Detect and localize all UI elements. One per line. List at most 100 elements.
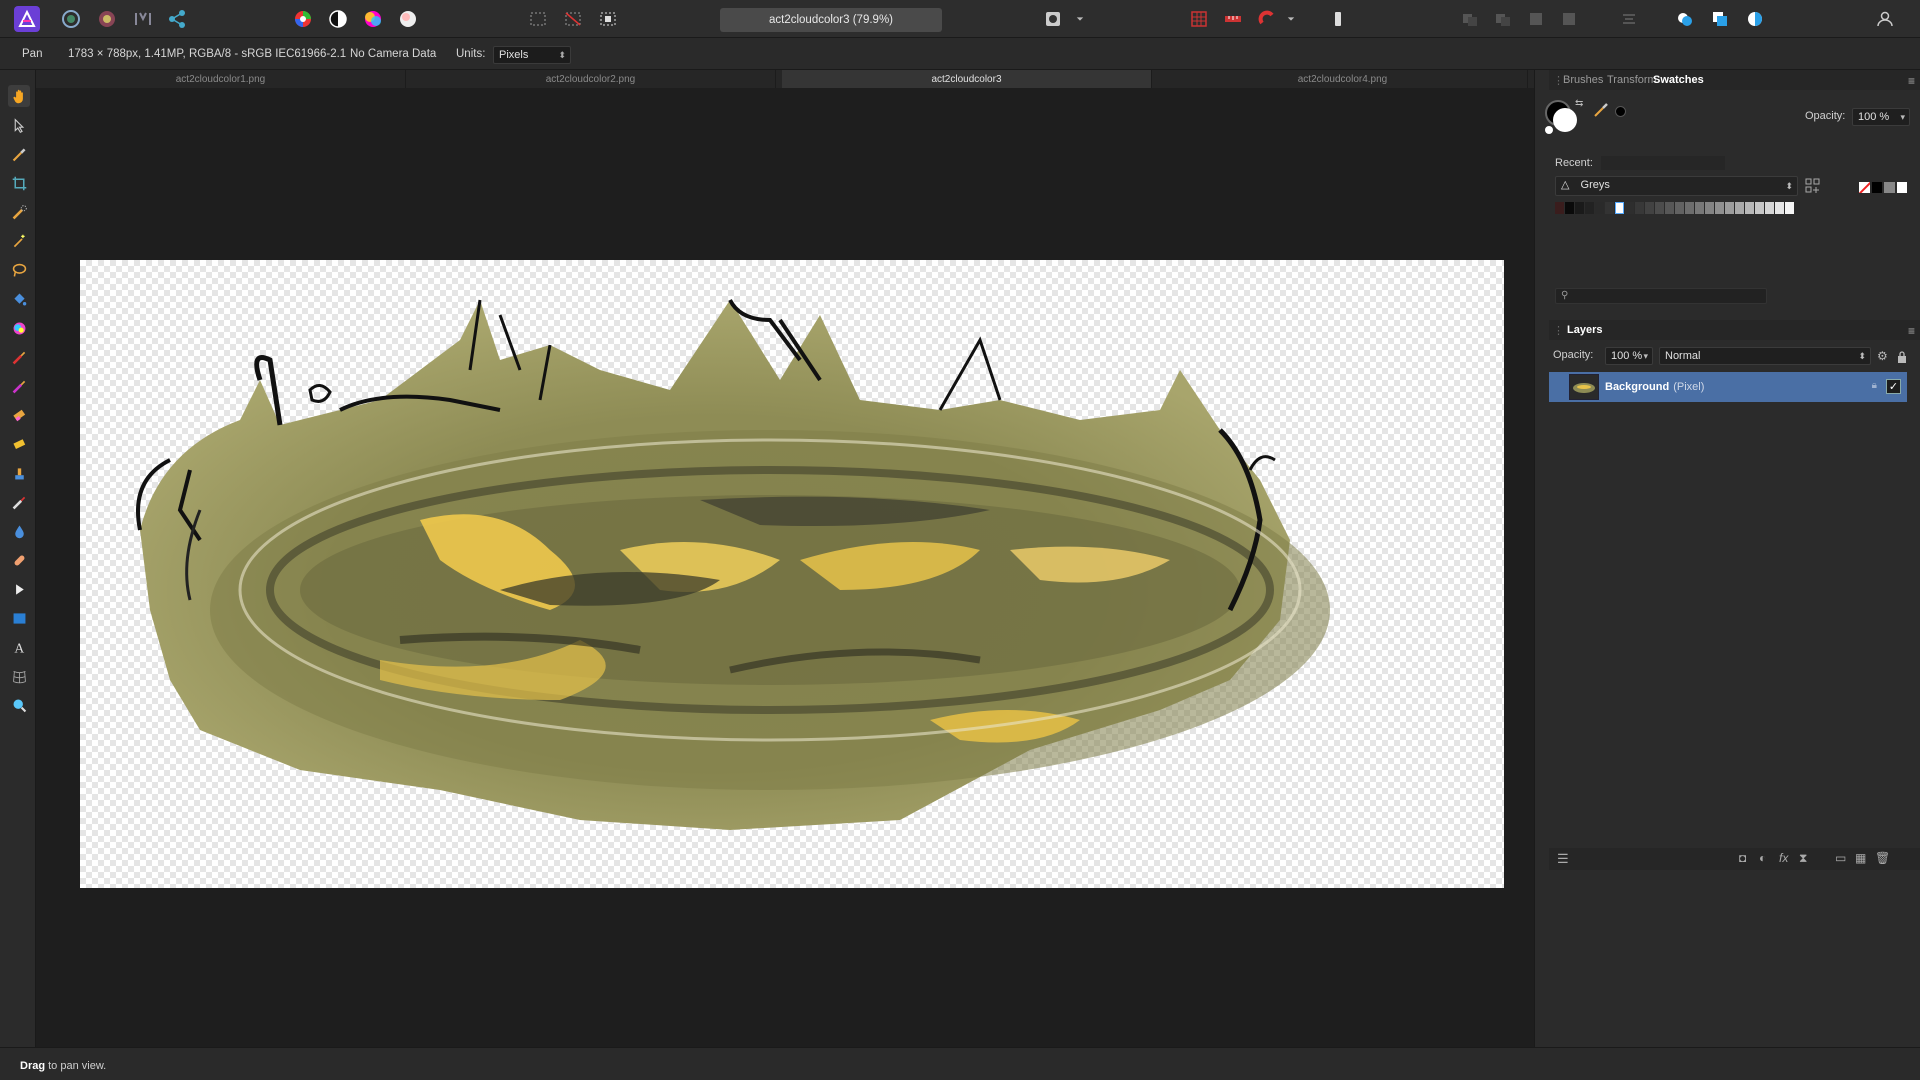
selection-marquee-icon[interactable] — [525, 6, 551, 32]
grey-swatch[interactable] — [1645, 202, 1654, 214]
move-forward-one-icon[interactable] — [1523, 6, 1549, 32]
picked-color-swatch[interactable] — [1615, 106, 1626, 117]
auto-contrast-icon[interactable] — [325, 6, 351, 32]
smudge-tool-icon[interactable] — [8, 491, 30, 513]
develop-persona-icon[interactable] — [130, 6, 156, 32]
units-dropdown[interactable]: Pixels ⬍ — [493, 46, 571, 64]
grey-swatch[interactable] — [1785, 202, 1794, 214]
healing-brush-tool-icon[interactable] — [8, 549, 30, 571]
grey-swatch[interactable] — [1745, 202, 1754, 214]
lock-icon[interactable] — [1897, 350, 1907, 363]
blend-mode-dropdown[interactable]: Normal ⬍ — [1659, 347, 1871, 365]
grey-swatch[interactable] — [1585, 202, 1594, 214]
tab-transform[interactable]: Transform — [1607, 74, 1657, 86]
tab-act2cloudcolor4[interactable]: act2cloudcolor4.png — [1158, 70, 1528, 88]
layer-visibility-checkbox[interactable]: ✓ — [1886, 379, 1901, 394]
palette-dropdown[interactable]: △ Greys ⬍ — [1555, 176, 1798, 196]
tab-act2cloudcolor3[interactable]: act2cloudcolor3 — [782, 70, 1152, 88]
panel-menu-icon[interactable]: ≡ — [1908, 324, 1915, 338]
reset-colors-icon[interactable] — [1545, 126, 1553, 134]
deselect-icon[interactable] — [560, 6, 586, 32]
grey-palette-swatches[interactable] — [1555, 202, 1794, 214]
freehand-selection-tool-icon[interactable] — [8, 259, 30, 281]
tab-swatches[interactable]: Swatches — [1653, 74, 1704, 86]
picker-icon[interactable] — [1593, 102, 1609, 118]
force-pixel-alignment-icon[interactable] — [1325, 6, 1351, 32]
snapping-rules-icon[interactable] — [1220, 6, 1246, 32]
group-folder-icon[interactable]: ▭ — [1835, 851, 1846, 865]
document-canvas[interactable] — [80, 260, 1504, 888]
grey-swatch[interactable] — [1635, 202, 1644, 214]
live-filter-icon[interactable]: ⧗ — [1799, 851, 1807, 866]
auto-colors-icon[interactable] — [360, 6, 386, 32]
boolean-add-icon[interactable] — [1672, 6, 1698, 32]
palette-options-icon[interactable] — [1805, 178, 1821, 194]
swap-colors-icon[interactable]: ⇆ — [1575, 98, 1583, 109]
grey-swatch[interactable] — [1675, 202, 1684, 214]
grey-swatch[interactable] — [1884, 182, 1895, 193]
selection-brush-tool-icon[interactable] — [8, 201, 30, 223]
white-swatch[interactable] — [1896, 182, 1907, 193]
snapping-magnet-icon[interactable] — [1254, 6, 1280, 32]
align-icon[interactable] — [1616, 6, 1642, 32]
swatch-opacity-dropdown[interactable]: 100 % ▾ — [1852, 108, 1910, 126]
node-tool-icon[interactable] — [8, 578, 30, 600]
app-logo-icon[interactable] — [14, 6, 40, 32]
photo-persona-icon[interactable] — [58, 6, 84, 32]
user-account-icon[interactable] — [1872, 6, 1898, 32]
grey-swatch[interactable] — [1615, 202, 1624, 214]
grey-swatch[interactable] — [1775, 202, 1784, 214]
black-swatch[interactable] — [1871, 182, 1882, 193]
tab-act2cloudcolor2[interactable]: act2cloudcolor2.png — [406, 70, 776, 88]
magic-wand-tool-icon[interactable] — [8, 230, 30, 252]
adjustment-icon[interactable]: ◐ — [1759, 851, 1766, 865]
background-erase-tool-icon[interactable] — [8, 433, 30, 455]
grey-swatch[interactable] — [1755, 202, 1764, 214]
tab-brushes[interactable]: Brushes — [1563, 74, 1603, 86]
mask-layer-icon[interactable]: ◘ — [1739, 851, 1746, 865]
levels-icon[interactable] — [290, 6, 316, 32]
color-wells[interactable]: ⇆ — [1545, 98, 1585, 134]
crop-tool-icon[interactable] — [8, 172, 30, 194]
tab-layers[interactable]: Layers — [1567, 324, 1602, 336]
grey-swatch[interactable] — [1555, 202, 1564, 214]
chevron-down-icon[interactable] — [1283, 6, 1299, 32]
layer-row-background[interactable]: Background (Pixel) 🔒︎ ✓ — [1549, 372, 1907, 402]
canvas-area[interactable] — [36, 88, 1534, 1047]
grey-swatch[interactable] — [1655, 202, 1664, 214]
grey-swatch[interactable] — [1695, 202, 1704, 214]
move-tool-icon[interactable] — [8, 114, 30, 136]
chevron-down-icon[interactable] — [1072, 6, 1088, 32]
grey-swatch[interactable] — [1605, 202, 1614, 214]
flood-fill-tool-icon[interactable] — [8, 288, 30, 310]
pan-tool-icon[interactable] — [8, 85, 30, 107]
move-to-front-icon[interactable] — [1556, 6, 1582, 32]
grey-swatch[interactable] — [1705, 202, 1714, 214]
boolean-intersect-icon[interactable] — [1742, 6, 1768, 32]
layer-lock-icon[interactable]: 🔒︎ — [1872, 380, 1877, 391]
text-tool-icon[interactable]: A — [8, 636, 30, 658]
snapping-grid-icon[interactable] — [1186, 6, 1212, 32]
grey-swatch[interactable] — [1665, 202, 1674, 214]
color-picker-tool-icon[interactable] — [8, 143, 30, 165]
none-swatch[interactable] — [1859, 182, 1870, 193]
add-pixel-layer-icon[interactable]: ▦ — [1855, 851, 1866, 865]
quick-mask-icon[interactable] — [1040, 6, 1066, 32]
quick-swatches[interactable] — [1859, 182, 1907, 194]
clone-brush-tool-icon[interactable] — [8, 462, 30, 484]
layer-opacity-dropdown[interactable]: 100 % ▾ — [1605, 347, 1653, 365]
blur-brush-tool-icon[interactable] — [8, 520, 30, 542]
grey-swatch[interactable] — [1715, 202, 1724, 214]
invert-selection-icon[interactable] — [595, 6, 621, 32]
mesh-warp-tool-icon[interactable] — [8, 665, 30, 687]
secondary-color-well[interactable] — [1553, 108, 1577, 132]
move-back-one-icon[interactable] — [1490, 6, 1516, 32]
grey-swatch[interactable] — [1575, 202, 1584, 214]
gradient-tool-icon[interactable] — [8, 317, 30, 339]
grey-swatch[interactable] — [1725, 202, 1734, 214]
auto-white-balance-icon[interactable] — [395, 6, 421, 32]
erase-brush-tool-icon[interactable] — [8, 404, 30, 426]
color-replacement-tool-icon[interactable] — [8, 375, 30, 397]
grey-swatch[interactable] — [1765, 202, 1774, 214]
export-persona-icon[interactable] — [164, 6, 190, 32]
